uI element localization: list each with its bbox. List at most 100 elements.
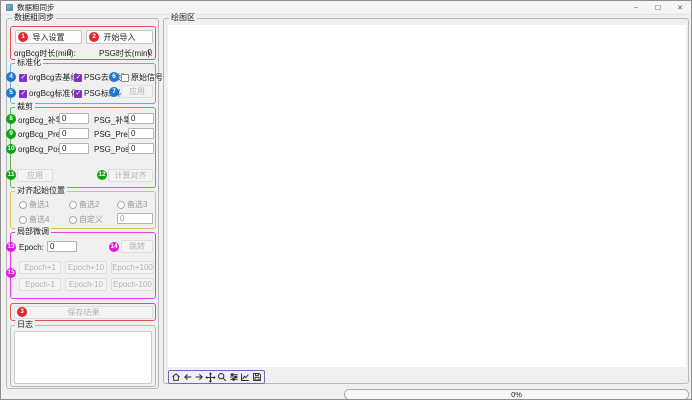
radio-label: 备选2	[79, 199, 99, 210]
jump-button[interactable]: 跳转	[121, 240, 153, 253]
normalize-section: 标准化 4 orgBcg去基线 PSG去基线 6 原始信号 5 orgBcg标准…	[10, 63, 156, 104]
orgbcg-duration-value: 0	[67, 48, 71, 57]
pan-icon[interactable]	[205, 371, 216, 383]
maximize-button[interactable]: ☐	[647, 1, 669, 14]
step-badge-3: 3	[17, 307, 27, 317]
checkbox-box	[74, 74, 82, 82]
close-button[interactable]: ✕	[669, 1, 691, 14]
candidate3-radio[interactable]: 备选3	[117, 199, 147, 210]
align-section-title: 对齐起始位置	[15, 186, 67, 196]
customize-icon[interactable]	[240, 371, 250, 383]
step-badge-1: 1	[18, 32, 28, 42]
titlebar: 数据粗同步 – ☐ ✕	[1, 1, 691, 15]
psg-duration-value: 0	[148, 48, 152, 57]
epoch-minus-100-button[interactable]: Epoch-100	[111, 278, 154, 291]
crop-section-title: 裁剪	[15, 102, 35, 112]
checkbox-box	[121, 74, 129, 82]
checkbox-label: orgBcg标准化	[29, 88, 78, 99]
orgbcg-zeropad-input[interactable]	[59, 113, 89, 124]
radio-dot	[69, 216, 77, 224]
radio-label: 备选1	[29, 199, 49, 210]
step-badge-6: 6	[109, 72, 119, 82]
psg-duration-label: PSG时长(min):	[99, 48, 152, 59]
back-icon[interactable]	[182, 371, 192, 383]
step-badge-12: 12	[97, 170, 107, 180]
window-title: 数据粗同步	[17, 2, 55, 13]
epoch-label: Epoch:	[19, 243, 44, 252]
step-badge-15: 15	[6, 268, 16, 278]
window-controls: – ☐ ✕	[625, 1, 691, 14]
import-section: 导入设置 1 开始导入 2 orgBcg时长(min): 0 PSG时长(min…	[10, 26, 156, 60]
radio-dot	[69, 201, 77, 209]
crop-section: 裁剪 8 orgBcg_补零: PSG_补零: 9 orgBcg_Pre: PS…	[10, 107, 156, 188]
checkbox-box	[74, 90, 82, 98]
app-window: 数据粗同步 – ☐ ✕ 数据粗同步 导入设置 1 开始导入 2 orgBcg时长…	[0, 0, 692, 400]
plot-toolbar	[168, 370, 265, 384]
finetune-section: 局部微调 13 Epoch: 14 跳转 15 Epoch+1 Epoch+10…	[10, 232, 156, 299]
orgbcg-normalize-checkbox[interactable]: orgBcg标准化	[19, 88, 78, 99]
epoch-minus-1-button[interactable]: Epoch-1	[19, 278, 61, 291]
home-icon[interactable]	[171, 371, 181, 383]
save-results-button[interactable]: 保存结果	[14, 306, 153, 319]
plot-group-title: 绘图区	[169, 13, 197, 23]
radio-dot	[19, 216, 27, 224]
log-group-title: 日志	[15, 320, 35, 330]
step-badge-9: 9	[6, 129, 16, 139]
radio-label: 备选4	[29, 214, 49, 225]
log-group: 日志	[10, 325, 156, 387]
step-badge-5: 5	[6, 88, 16, 98]
epoch-plus-1-button[interactable]: Epoch+1	[19, 261, 61, 274]
candidate4-radio[interactable]: 备选4	[19, 214, 49, 225]
app-icon	[6, 4, 13, 11]
radio-dot	[117, 201, 125, 209]
step-badge-11: 11	[6, 170, 16, 180]
crop-apply-button[interactable]: 应用	[17, 169, 53, 182]
radio-label: 备选3	[127, 199, 147, 210]
step-badge-4: 4	[6, 72, 16, 82]
step-badge-10: 10	[6, 144, 16, 154]
checkbox-box	[19, 90, 27, 98]
psg-post-input[interactable]	[128, 143, 154, 154]
save-icon[interactable]	[252, 371, 262, 383]
epoch-plus-100-button[interactable]: Epoch+100	[111, 261, 154, 274]
checkbox-box	[19, 74, 27, 82]
candidate1-radio[interactable]: 备选1	[19, 199, 49, 210]
psg-pre-input[interactable]	[128, 128, 154, 139]
zoom-icon[interactable]	[217, 371, 227, 383]
save-section: 保存结果 3	[10, 303, 156, 321]
radio-label: 自定义	[79, 214, 103, 225]
subplots-icon[interactable]	[229, 371, 239, 383]
align-start-section: 对齐起始位置 备选1 备选2 备选3 备选4 自定义	[10, 191, 156, 229]
custom-radio[interactable]: 自定义	[69, 214, 103, 225]
epoch-plus-10-button[interactable]: Epoch+10	[65, 261, 107, 274]
normalize-apply-button[interactable]: 应用	[121, 85, 153, 98]
custom-position-input[interactable]	[117, 213, 153, 224]
plot-canvas[interactable]	[168, 25, 686, 367]
step-badge-2: 2	[89, 32, 99, 42]
epoch-minus-10-button[interactable]: Epoch-10	[65, 278, 107, 291]
left-group-title: 数据粗同步	[12, 13, 56, 23]
normalize-section-title: 标准化	[15, 58, 43, 68]
epoch-input[interactable]	[47, 241, 77, 252]
orgbcg-detrend-checkbox[interactable]: orgBcg去基线	[19, 72, 78, 83]
psg-pre-label: PSG_Pre:	[94, 130, 130, 139]
checkbox-label: 原始信号	[131, 72, 163, 83]
progress-label: 0%	[511, 390, 522, 399]
log-textarea[interactable]	[14, 331, 152, 384]
plot-group: 绘图区	[163, 18, 689, 384]
radio-dot	[19, 201, 27, 209]
orgbcg-pre-input[interactable]	[59, 128, 89, 139]
checkbox-label: orgBcg去基线	[29, 72, 78, 83]
step-badge-13: 13	[6, 242, 16, 252]
left-control-group: 数据粗同步 导入设置 1 开始导入 2 orgBcg时长(min): 0 PSG…	[6, 18, 159, 389]
candidate2-radio[interactable]: 备选2	[69, 199, 99, 210]
compute-align-button[interactable]: 计算对齐	[108, 169, 153, 182]
psg-zeropad-input[interactable]	[128, 113, 154, 124]
finetune-section-title: 局部微调	[15, 227, 51, 237]
minimize-button[interactable]: –	[625, 1, 647, 14]
orgbcg-post-input[interactable]	[59, 143, 89, 154]
raw-signal-checkbox[interactable]: 原始信号	[121, 72, 163, 83]
step-badge-14: 14	[109, 242, 119, 252]
forward-icon[interactable]	[194, 371, 204, 383]
progress-bar: 0%	[344, 389, 689, 400]
